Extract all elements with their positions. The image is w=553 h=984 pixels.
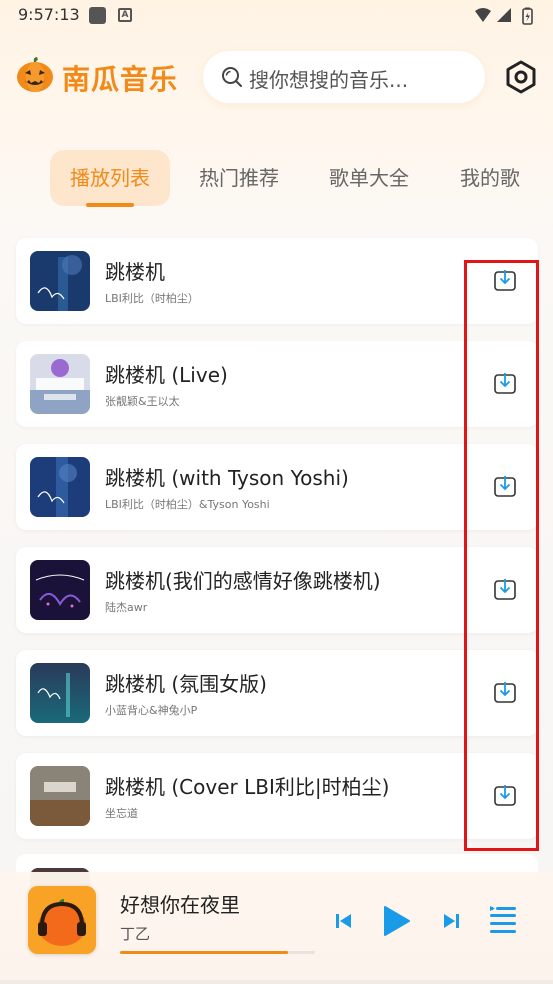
notification-app-icon xyxy=(89,7,106,24)
play-icon[interactable] xyxy=(381,905,411,937)
album-cover xyxy=(30,663,90,723)
tab-active-indicator xyxy=(86,203,134,207)
app-header: 南瓜音乐 搜你想搜的音乐... xyxy=(0,42,553,112)
song-artist: LBI利比（时柏尘） xyxy=(105,292,199,305)
album-cover xyxy=(30,251,90,311)
search-icon xyxy=(222,67,242,87)
download-column-highlight xyxy=(464,260,539,851)
pumpkin-logo-icon xyxy=(17,57,53,92)
tab-hot-recommend[interactable]: 热门推荐 xyxy=(180,150,298,206)
now-playing-bar[interactable]: 好想你在夜里 丁乙 xyxy=(0,872,553,984)
tab-playlists-all[interactable]: 歌单大全 xyxy=(310,150,428,206)
app-title: 南瓜音乐 xyxy=(62,63,179,96)
song-title: 跳楼机 (with Tyson Yoshi) xyxy=(105,466,349,490)
player-artist: 丁乙 xyxy=(120,925,151,943)
tab-bar: 播放列表 热门推荐 歌单大全 我的歌 xyxy=(0,150,553,210)
playlist-queue-icon[interactable] xyxy=(488,904,518,936)
previous-icon[interactable] xyxy=(334,912,354,930)
album-cover xyxy=(30,766,90,826)
status-system-icons xyxy=(475,7,533,25)
song-title: 跳楼机 (氛围女版) xyxy=(105,672,267,696)
player-cover[interactable] xyxy=(28,886,96,954)
song-artist: 张靓颖&王以太 xyxy=(105,395,180,408)
song-title: 跳楼机(我们的感情好像跳楼机) xyxy=(105,569,381,593)
progress-bar[interactable] xyxy=(120,951,315,954)
song-title: 跳楼机 xyxy=(105,260,165,284)
song-item[interactable]: 跳楼机 (Cover LBI利比|时柏尘) 坐忘道 xyxy=(16,753,538,839)
tab-my-songs[interactable]: 我的歌 xyxy=(440,150,540,206)
settings-icon[interactable] xyxy=(503,59,539,95)
wifi-icon xyxy=(475,8,491,22)
song-title: 跳楼机 (Live) xyxy=(105,363,228,387)
song-artist: LBI利比（时柏尘）&Tyson Yoshi xyxy=(105,498,270,511)
album-cover xyxy=(30,560,90,620)
song-artist: 小蓝背心&神兔小P xyxy=(105,704,198,717)
song-item[interactable]: 跳楼机 (氛围女版) 小蓝背心&神兔小P xyxy=(16,650,538,736)
song-title: 跳楼机 (Cover LBI利比|时柏尘) xyxy=(105,775,390,799)
signal-icon xyxy=(497,8,511,22)
song-item[interactable]: 跳楼机 (Live) 张靓颖&王以太 xyxy=(16,341,538,427)
status-bar: 9:57:13 A xyxy=(0,0,553,32)
tab-playlist[interactable]: 播放列表 xyxy=(50,150,170,206)
song-item[interactable]: 跳楼机 LBI利比（时柏尘） xyxy=(16,238,538,324)
song-item[interactable]: 跳楼机 (with Tyson Yoshi) LBI利比（时柏尘）&Tyson … xyxy=(16,444,538,530)
song-artist: 陆杰awr xyxy=(105,601,148,614)
player-song-title: 好想你在夜里 xyxy=(120,893,240,917)
search-placeholder: 搜你想搜的音乐... xyxy=(249,68,409,92)
notification-a-icon: A xyxy=(118,8,132,22)
bottom-divider xyxy=(0,980,553,984)
progress-fill xyxy=(120,951,288,954)
album-cover xyxy=(30,457,90,517)
search-input[interactable]: 搜你想搜的音乐... xyxy=(203,51,485,103)
next-icon[interactable] xyxy=(441,912,461,930)
album-cover xyxy=(30,354,90,414)
status-time: 9:57:13 xyxy=(18,5,80,24)
song-item[interactable]: 跳楼机(我们的感情好像跳楼机) 陆杰awr xyxy=(16,547,538,633)
song-artist: 坐忘道 xyxy=(105,807,138,820)
